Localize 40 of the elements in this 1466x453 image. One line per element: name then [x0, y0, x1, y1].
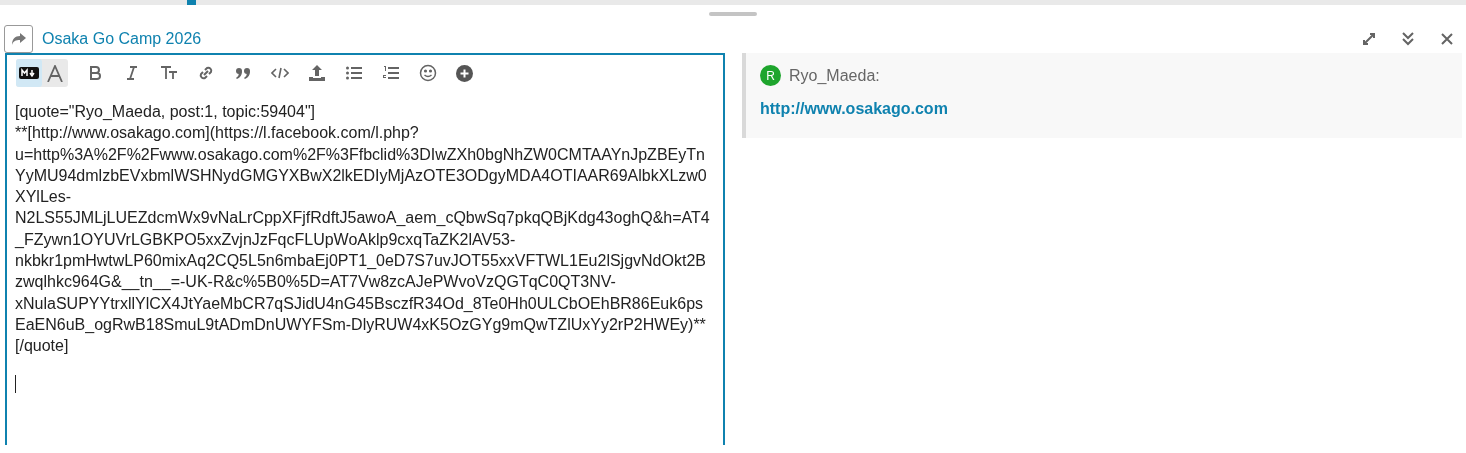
resize-handle[interactable]: [709, 12, 757, 16]
editor-text-line: **[http://www.osakago.com](https://l.facebook.com/l.php?: [15, 123, 420, 144]
editor-text-line: nkbkr1pmHwtwLP60mixAq2CQ5L5n6mbaEj0PT1_0eD7S7uvJOT55xxVFTWL1Eu2lSjgvNdOkt2B: [15, 251, 707, 272]
editor-field[interactable]: [5, 53, 725, 445]
editor-text-line: XYlLes-: [15, 187, 73, 208]
expand-icon: [1361, 31, 1377, 47]
editor-text-line: zwqlhkc964G&__tn__=-UK-R&c%5B0%5D=AT7Vw8zcAJePWvoVzQGTqC0QT3NV-: [15, 272, 617, 293]
arrow-icon: [10, 32, 27, 46]
username: Ryo_Maeda:: [789, 66, 880, 85]
mode-toggle[interactable]: [16, 59, 68, 87]
plus-circle-icon: [456, 64, 473, 82]
editor-text-line: YyMU94dmlzbEVxbmlWSHNydGMGYXBwX2lkEDIyMjAzOTE3ODgyMDA4OTIAAR69AlbkXLzw0: [15, 165, 708, 186]
quote-icon: [234, 67, 251, 79]
markdown-icon: [19, 67, 39, 79]
reply-button[interactable]: [4, 25, 33, 53]
editor-text-line: xNulaSUPYYtrxllYlCX4JtYaeMbCR7qSJidU4nG45BsczfR34Od_8Te0Hh0ULCbOEhBR86Euk6ps: [15, 293, 705, 314]
heading-icon: [159, 66, 178, 80]
bold-icon: [88, 66, 101, 80]
letter-a-icon: [47, 64, 63, 82]
upload-icon: [308, 65, 325, 81]
preview-link[interactable]: http://www.osakago.com: [760, 100, 948, 118]
double-chevron-icon: [1401, 31, 1415, 47]
editor-text-line: u=http%3A%2F%2Fwww.osakago.com%2F%3Ffbclid%3DIwZXh0bgNhZW0CMTAAYnJpZBEyTn: [15, 144, 706, 165]
italic-icon: [125, 66, 138, 80]
editor-text-line: _FZywn1OYUVrLGBKPO5xxZvjnJzFqcFLUpWoAklp9cxqTaZK2lAV53-: [15, 229, 517, 250]
topic-title-link[interactable]: Osaka Go Camp 2026: [42, 30, 202, 48]
smiley-icon: [418, 64, 437, 82]
avatar: R: [760, 65, 781, 86]
text-cursor: [15, 374, 16, 393]
category-badge: [187, 0, 196, 5]
numbered-list-icon: [382, 65, 399, 81]
bullet-list-icon: [345, 66, 362, 80]
markdown-mode-button[interactable]: [16, 59, 42, 87]
editor-text-line: EaEN6uB_ogRwB18SmuL9tADmDnUWYFSm-DlyRUW4xK5OzGYg9mQwTZlUxYy2rP2HWEy)**: [15, 314, 707, 335]
link-icon: [197, 65, 214, 81]
editor-text-line: [quote="Ryo_Maeda, post:1, topic:59404"]: [15, 102, 316, 122]
editor-text-line: N2LS55JMLjLUEZdcmWx9vNaLrCppXFjfRdftJ5awoA_aem_cQbwSq7pkqQBjKdg43oghQ&h=AT4: [15, 208, 711, 229]
code-icon: [270, 67, 289, 79]
editor-text-line: [/quote]: [15, 336, 70, 357]
close-icon: [1441, 33, 1453, 45]
